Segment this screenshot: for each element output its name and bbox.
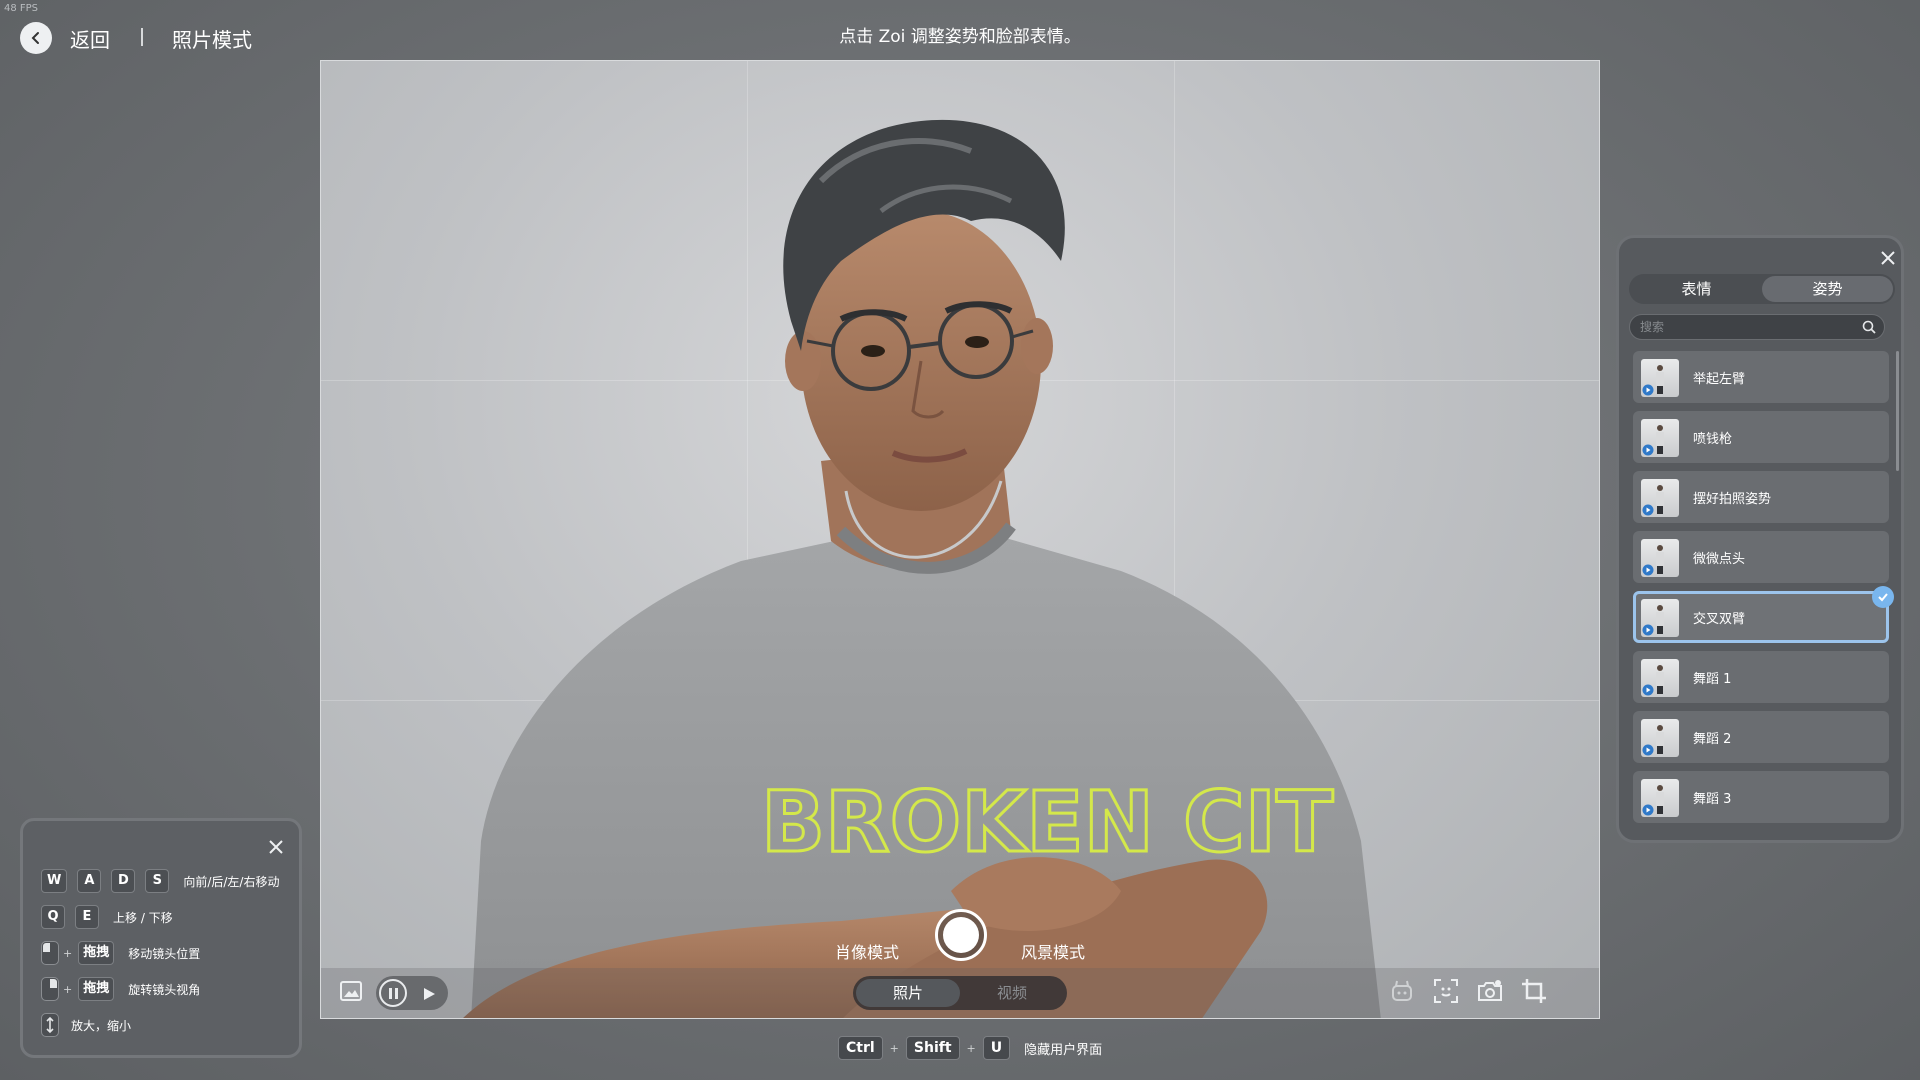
search-input[interactable] [1640,315,1850,339]
controls-help-panel: W A D S 向前/后/左/右移动 Q E 上移 / 下移 + 拖拽 移动镜头… [20,818,302,1058]
camera-settings-icon[interactable] [1477,978,1503,1008]
character-icon[interactable] [1389,978,1415,1008]
help-row-move-camera: + 拖拽 移动镜头位置 [41,941,200,965]
pose-thumbnail [1641,599,1679,637]
list-item[interactable]: 舞蹈 3 [1633,771,1889,823]
key-q: Q [41,905,65,929]
check-icon [1872,586,1894,608]
key-ctrl: Ctrl [838,1036,883,1060]
play-icon [1642,804,1654,816]
mouse-scroll-icon [41,1013,59,1037]
pose-thumbnail [1641,719,1679,757]
pose-list: 举起左臂 喷钱枪 摆好拍照姿势 微微点头 交叉双臂 舞蹈 1 舞蹈 2 舞蹈 3 [1633,351,1894,831]
close-icon[interactable] [1881,250,1895,269]
pose-thumbnail [1641,539,1679,577]
panel-scrollbar[interactable] [1896,351,1899,471]
mouse-right-icon [41,977,59,1001]
gallery-icon[interactable] [339,980,363,1006]
face-focus-icon[interactable] [1433,978,1459,1008]
list-item-label: 舞蹈 3 [1693,792,1732,807]
pose-thumbnail [1641,479,1679,517]
help-text-zoom: 放大，缩小 [71,1018,132,1033]
key-shift: Shift [905,1036,960,1060]
list-item-label: 摆好拍照姿势 [1693,492,1772,507]
list-item-label: 喷钱枪 [1693,432,1733,447]
shutter-button[interactable] [935,909,987,961]
play-icon [1642,444,1654,456]
hide-ui-label: 隐藏用户界面 [1024,1042,1103,1058]
list-item[interactable]: 舞蹈 2 [1633,711,1889,763]
list-item[interactable]: 舞蹈 1 [1633,651,1889,703]
play-icon [1642,744,1654,756]
tab-expression[interactable]: 表情 [1631,276,1762,302]
play-icon [1642,564,1654,576]
search-field[interactable] [1629,314,1885,340]
list-item-label: 舞蹈 2 [1693,732,1732,747]
list-item-label: 交叉双臂 [1693,612,1746,627]
plus-sign: + [966,1041,976,1055]
zoi-character[interactable]: BROKEN CIT [321,61,1600,1019]
list-item-label: 舞蹈 1 [1693,672,1732,687]
pose-thumbnail [1641,779,1679,817]
list-item-label: 举起左臂 [1693,372,1746,387]
camera-viewport[interactable]: BROKEN CIT 肖像模式 风景模式 照片 视频 [320,60,1600,1019]
key-d: D [111,869,136,893]
tab-pose[interactable]: 姿势 [1762,276,1893,302]
help-row-move: W A D S 向前/后/左/右移动 [41,869,279,893]
play-icon [1642,684,1654,696]
list-item-label: 微微点头 [1693,552,1746,567]
help-text-updown: 上移 / 下移 [113,910,173,925]
help-text-rotate-camera: 旋转镜头视角 [128,982,201,997]
help-row-rotate-camera: + 拖拽 旋转镜头视角 [41,977,200,1001]
key-a: A [77,869,102,893]
pose-thumbnail [1641,659,1679,697]
search-icon[interactable] [1862,320,1876,334]
shirt-print-text: BROKEN CIT [761,773,1333,871]
list-item[interactable]: 喷钱枪 [1633,411,1889,463]
plus-sign: + [63,982,73,996]
play-icon [1642,624,1654,636]
landscape-mode-label[interactable]: 风景模式 [1021,939,1085,963]
play-icon [1642,384,1654,396]
help-text-move: 向前/后/左/右移动 [183,874,280,889]
list-item-selected[interactable]: 交叉双臂 [1633,586,1894,643]
hide-ui-shortcut: Ctrl + Shift + U 隐藏用户界面 [838,1036,1102,1060]
pose-panel: 表情 姿势 举起左臂 喷钱枪 [1616,235,1904,843]
plus-sign: + [889,1041,899,1055]
mouse-left-icon [41,941,59,965]
pose-thumbnail [1641,359,1679,397]
help-row-zoom: 放大，缩小 [41,1013,131,1037]
list-item[interactable]: 举起左臂 [1633,351,1889,403]
close-icon[interactable] [269,839,283,858]
tab-video[interactable]: 视频 [960,979,1064,1007]
photo-video-toggle: 照片 视频 [853,976,1067,1010]
list-item[interactable]: 摆好拍照姿势 [1633,471,1889,523]
key-s: S [145,869,170,893]
pause-icon [388,987,392,999]
pose-thumbnail [1641,419,1679,457]
play-icon [1642,504,1654,516]
key-e: E [75,905,99,929]
list-item[interactable]: 微微点头 [1633,531,1889,583]
play-icon[interactable] [422,986,436,1005]
plus-sign: + [63,946,73,960]
instruction-hint: 点击 Zoi 调整姿势和脸部表情。 [839,27,1081,47]
key-drag: 拖拽 [78,977,115,1001]
pause-icon-bar [394,987,398,999]
key-w: W [41,869,68,893]
key-drag: 拖拽 [78,941,115,965]
tab-photo[interactable]: 照片 [856,979,960,1007]
panel-tabs: 表情 姿势 [1629,274,1895,304]
help-row-updown: Q E 上移 / 下移 [41,905,173,929]
key-u: U [982,1036,1011,1060]
pause-button[interactable] [379,979,407,1007]
shutter-inner [943,917,979,953]
playback-controls [376,976,448,1010]
help-text-move-camera: 移动镜头位置 [128,946,201,961]
crop-icon[interactable] [1521,978,1547,1008]
portrait-mode-label[interactable]: 肖像模式 [835,939,899,963]
fps-counter: 48 FPS [4,3,39,14]
